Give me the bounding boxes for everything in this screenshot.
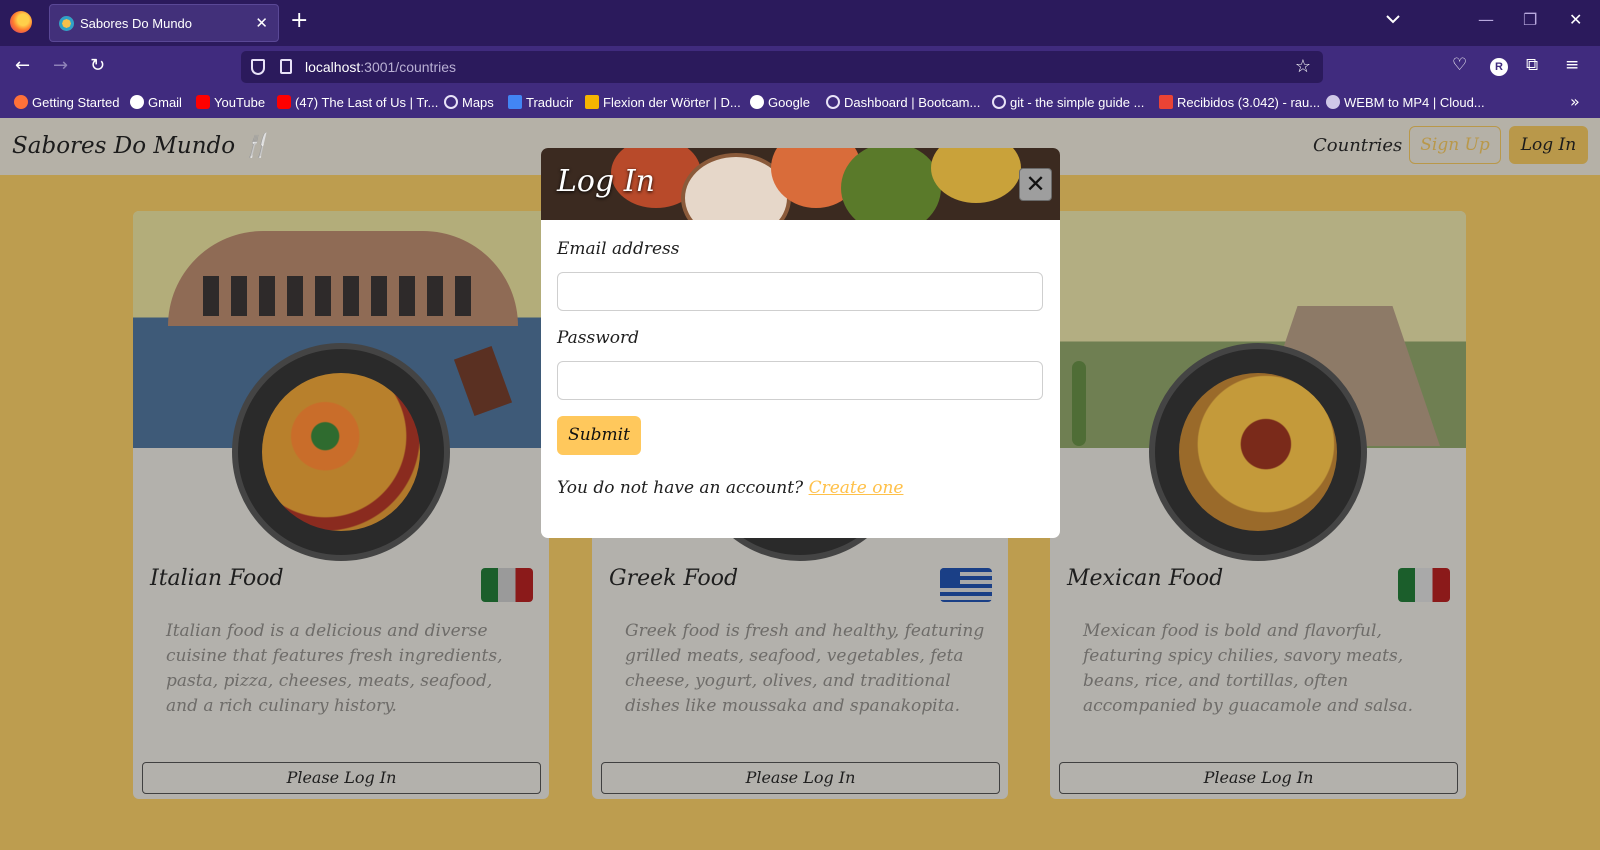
email-label: Email address — [557, 239, 680, 259]
bookmarks-bar: Getting Started Gmail YouTube (47) The L… — [0, 88, 1600, 118]
bookmark-favicon-icon — [992, 95, 1006, 109]
brand-logo[interactable]: Sabores Do Mundo 🍴 — [12, 132, 271, 159]
shield-icon[interactable] — [251, 59, 265, 75]
bookmark-favicon-icon — [1326, 95, 1340, 109]
italy-flag-icon — [481, 568, 533, 602]
bookmark-item[interactable]: Google — [750, 95, 810, 110]
bookmark-item[interactable]: YouTube — [196, 95, 265, 110]
mexico-flag-icon — [1398, 568, 1450, 602]
tab-favicon-icon — [59, 16, 74, 31]
chevron-double-right-icon[interactable]: » — [1570, 92, 1580, 111]
password-field[interactable] — [557, 361, 1043, 400]
bookmark-item[interactable]: git - the simple guide ... — [992, 95, 1144, 110]
close-icon[interactable]: ✕ — [1019, 168, 1052, 201]
page-icon[interactable] — [280, 59, 292, 74]
bookmark-favicon-icon — [14, 95, 28, 109]
email-field[interactable] — [557, 272, 1043, 311]
log-in-button[interactable]: Log In — [1509, 126, 1588, 164]
bookmark-favicon-icon — [1159, 95, 1173, 109]
bridge-arches — [203, 276, 483, 316]
card-description: Greek food is fresh and healthy, featuri… — [625, 621, 985, 716]
bookmark-favicon-icon — [508, 95, 522, 109]
bookmark-item[interactable]: WEBM to MP4 | Cloud... — [1326, 95, 1485, 110]
please-log-in-button[interactable]: Please Log In — [601, 762, 1000, 794]
taco-food — [1179, 373, 1337, 531]
bookmark-item[interactable]: Maps — [444, 95, 494, 110]
password-label: Password — [557, 328, 640, 348]
bookmark-item[interactable]: (47) The Last of Us | Tr... — [277, 95, 438, 110]
signup-prompt-text: You do not have an account? — [557, 478, 804, 498]
card-description: Italian food is a delicious and diverse … — [166, 621, 503, 716]
bookmark-item[interactable]: Traducir — [508, 95, 573, 110]
greece-flag-icon — [940, 568, 992, 602]
submit-button[interactable]: Submit — [557, 416, 641, 455]
login-modal: Log In ✕ Email address Password Submit Y… — [541, 148, 1060, 538]
forward-icon[interactable]: → — [53, 55, 68, 76]
extensions-icon[interactable]: ⧉ — [1526, 55, 1538, 75]
country-card-italy: Italian Food Italian food is a delicious… — [133, 211, 549, 799]
pasta-food — [262, 373, 420, 531]
bookmark-favicon-icon — [444, 95, 458, 109]
reload-icon[interactable]: ↻ — [90, 55, 105, 76]
back-icon[interactable]: ← — [15, 55, 30, 76]
bookmark-favicon-icon — [196, 95, 210, 109]
bookmark-star-icon[interactable]: ☆ — [1295, 56, 1311, 77]
bookmark-item[interactable]: Recibidos (3.042) - rau... — [1159, 95, 1320, 110]
please-log-in-button[interactable]: Please Log In — [142, 762, 541, 794]
new-tab-icon[interactable]: + — [290, 8, 308, 33]
close-window-icon[interactable]: ✕ — [1569, 10, 1582, 29]
food-bowl-shape — [931, 148, 1021, 203]
pasta-plate — [232, 343, 450, 561]
firefox-logo-icon[interactable] — [10, 11, 32, 33]
gondola-shape — [453, 345, 513, 417]
bookmark-item[interactable]: Flexion der Wörter | D... — [585, 95, 741, 110]
create-account-link[interactable]: Create one — [809, 478, 904, 498]
bookmark-favicon-icon — [585, 95, 599, 109]
browser-tab[interactable]: Sabores Do Mundo ✕ — [49, 4, 279, 42]
card-description: Mexican food is bold and flavorful, feat… — [1083, 621, 1413, 716]
country-card-mexico: Mexican Food Mexican food is bold and fl… — [1050, 211, 1466, 799]
cactus-shape — [1072, 361, 1086, 446]
bookmark-favicon-icon — [277, 95, 291, 109]
url-text[interactable]: localhost:3001/countries — [305, 59, 456, 75]
card-title: Italian Food — [150, 566, 284, 591]
pocket-icon[interactable]: ♡ — [1452, 55, 1467, 75]
taco-plate — [1149, 343, 1367, 561]
bookmark-favicon-icon — [826, 95, 840, 109]
browser-toolbar: ← → ↻ localhost:3001/countries ☆ ♡ R ⧉ ≡ — [0, 46, 1600, 88]
chevron-down-icon[interactable] — [1386, 12, 1400, 26]
modal-title: Log In — [557, 164, 655, 199]
bookmark-item[interactable]: Gmail — [130, 95, 182, 110]
menu-icon[interactable]: ≡ — [1565, 55, 1579, 75]
modal-header: Log In ✕ — [541, 148, 1060, 220]
flag-canton — [940, 568, 960, 586]
card-title: Mexican Food — [1067, 566, 1224, 591]
minimize-icon[interactable]: — — [1478, 10, 1494, 29]
signup-prompt: You do not have an account? Create one — [557, 478, 903, 498]
nav-countries-link[interactable]: Countries — [1313, 135, 1402, 156]
bookmark-favicon-icon — [130, 95, 144, 109]
profile-avatar[interactable]: R — [1490, 58, 1508, 76]
bookmark-item[interactable]: Getting Started — [14, 95, 119, 110]
tab-title: Sabores Do Mundo — [80, 16, 193, 31]
url-bar[interactable]: localhost:3001/countries ☆ — [241, 51, 1323, 83]
food-bowl-shape — [841, 148, 941, 220]
bookmark-item[interactable]: Dashboard | Bootcam... — [826, 95, 980, 110]
please-log-in-button[interactable]: Please Log In — [1059, 762, 1458, 794]
card-title: Greek Food — [609, 566, 739, 591]
restore-icon[interactable]: ❐ — [1523, 10, 1537, 29]
browser-tab-bar: Sabores Do Mundo ✕ + — ❐ ✕ — [0, 0, 1600, 46]
bookmark-favicon-icon — [750, 95, 764, 109]
close-tab-icon[interactable]: ✕ — [255, 14, 268, 32]
sign-up-button[interactable]: Sign Up — [1409, 126, 1501, 164]
